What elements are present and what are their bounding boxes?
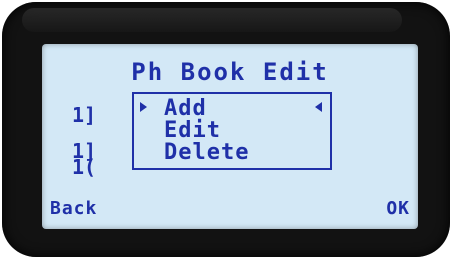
selector-right-arrow-icon [315, 102, 322, 112]
menu-item-edit[interactable]: Edit [164, 120, 221, 142]
lcd-screen: Ph Book Edit 1] 1] 1( Add Edit Delete Ba… [42, 44, 418, 229]
menu-item-add[interactable]: Add [164, 98, 207, 120]
phonebook-entry: 1( [72, 155, 97, 179]
menu-item-delete[interactable]: Delete [164, 142, 249, 164]
ok-softkey[interactable]: OK [386, 198, 410, 219]
phonebook-entry: 1] [72, 103, 97, 127]
back-softkey[interactable]: Back [50, 198, 97, 219]
selector-left-arrow-icon [140, 102, 147, 112]
page-title: Ph Book Edit [131, 58, 329, 86]
edit-menu: Add Edit Delete [132, 92, 332, 170]
